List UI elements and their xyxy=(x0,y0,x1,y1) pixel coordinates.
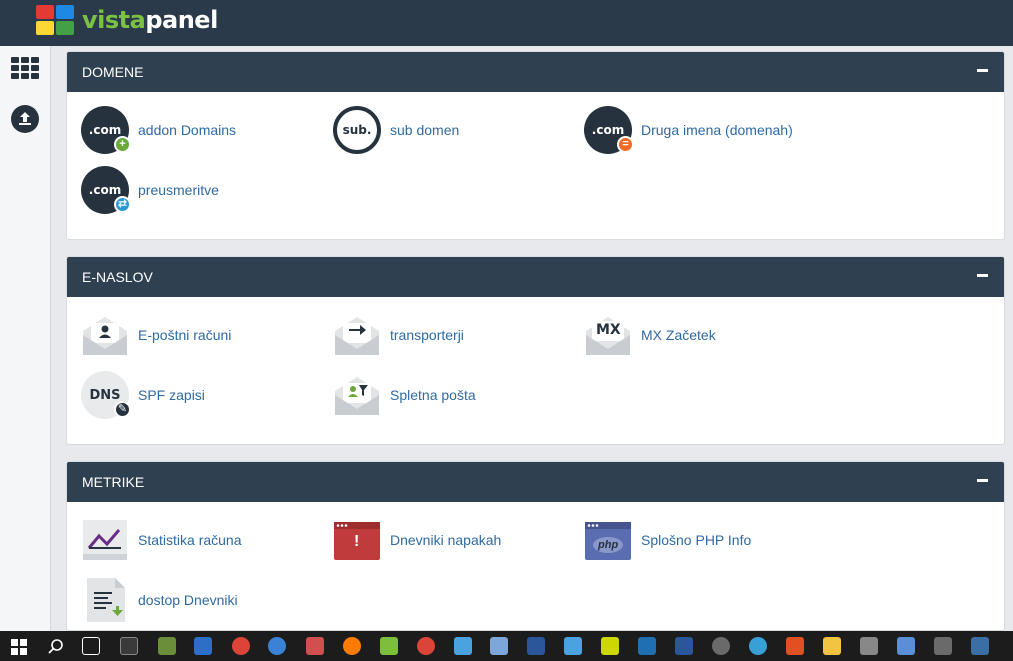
item-label: dostop Dnevniki xyxy=(138,592,238,608)
cmd-icon[interactable] xyxy=(120,637,138,655)
app-icon[interactable] xyxy=(749,637,767,655)
top-bar: vistapanel xyxy=(0,0,1013,46)
item-statistika-racuna[interactable]: Statistika računa xyxy=(81,515,321,565)
folder-icon[interactable] xyxy=(823,637,841,655)
chrome-icon[interactable] xyxy=(232,637,250,655)
logo-squares-icon xyxy=(36,5,74,35)
item-label: sub domen xyxy=(390,122,460,138)
item-label: Splošno PHP Info xyxy=(641,532,752,548)
item-label: Druga imena (domenah) xyxy=(641,122,793,138)
app-icon[interactable] xyxy=(860,637,878,655)
logo-text-panel: panel xyxy=(145,6,218,34)
word-icon[interactable] xyxy=(675,637,693,655)
dns-spf-icon: DNS ✎ xyxy=(81,371,131,419)
com-add-icon: .com + xyxy=(81,106,131,154)
os-taskbar xyxy=(0,631,1013,661)
item-label: transporterji xyxy=(390,327,464,343)
collapse-icon[interactable] xyxy=(977,69,988,72)
subdomain-icon: sub. xyxy=(333,106,381,154)
collapse-icon[interactable] xyxy=(977,274,988,277)
windows-start-icon[interactable] xyxy=(11,639,27,655)
app-icon[interactable] xyxy=(897,637,915,655)
item-druga-imena[interactable]: .com = Druga imena (domenah) xyxy=(584,105,824,155)
app-icon[interactable] xyxy=(564,637,582,655)
com-redirect-icon: .com ⇄ xyxy=(81,166,131,214)
item-sub-domen[interactable]: sub. sub domen xyxy=(333,105,573,155)
item-label: SPF zapisi xyxy=(138,387,205,403)
app-icon[interactable] xyxy=(306,637,324,655)
vistapanel-logo[interactable]: vistapanel xyxy=(36,4,218,36)
app-icon[interactable] xyxy=(454,637,472,655)
notepad-icon[interactable] xyxy=(380,637,398,655)
php-info-icon: php xyxy=(584,516,632,564)
section-title: DOMENE xyxy=(82,64,144,80)
section-title: METRIKE xyxy=(82,474,145,490)
section-domene: DOMENE .com + addon Domains sub. sub dom… xyxy=(66,51,1005,240)
forwarders-icon xyxy=(333,311,381,359)
app-icon[interactable] xyxy=(786,637,804,655)
mx-entry-icon: MX xyxy=(584,311,632,359)
webmail-icon xyxy=(333,371,381,419)
app-icon[interactable] xyxy=(527,637,545,655)
task-view-icon[interactable] xyxy=(82,637,100,655)
item-spletna-posta[interactable]: Spletna pošta xyxy=(333,370,573,420)
app-icon[interactable] xyxy=(194,637,212,655)
app-icon[interactable] xyxy=(158,637,176,655)
item-splosno-php-info[interactable]: php Splošno PHP Info xyxy=(584,515,824,565)
error-log-icon: ! xyxy=(333,516,381,564)
item-transporterji[interactable]: transporterji xyxy=(333,310,573,360)
item-dnevniki-napakah[interactable]: ! Dnevniki napakah xyxy=(333,515,573,565)
chrome-icon[interactable] xyxy=(417,637,435,655)
item-label: addon Domains xyxy=(138,122,237,138)
email-accounts-icon xyxy=(81,311,129,359)
app-icon[interactable] xyxy=(638,637,656,655)
app-icon[interactable] xyxy=(268,637,286,655)
section-header: METRIKE xyxy=(67,462,1004,502)
access-log-icon xyxy=(81,576,129,624)
stats-chart-icon xyxy=(81,516,129,564)
app-icon[interactable] xyxy=(971,637,989,655)
collapse-icon[interactable] xyxy=(977,479,988,482)
section-header: DOMENE xyxy=(67,52,1004,92)
dreamweaver-icon[interactable] xyxy=(601,637,619,655)
item-label: preusmeritve xyxy=(138,182,219,198)
app-icon[interactable] xyxy=(934,637,952,655)
item-label: E-poštni računi xyxy=(138,327,232,343)
item-dostop-dnevniki[interactable]: dostop Dnevniki xyxy=(81,575,321,625)
section-title: E-NASLOV xyxy=(82,269,153,285)
item-label: Statistika računa xyxy=(138,532,242,548)
logo-text-vista: vista xyxy=(82,6,146,34)
section-e-naslov: E-NASLOV E-poštni računi transporterji M… xyxy=(66,256,1005,445)
taskbar-search-icon[interactable] xyxy=(47,638,64,655)
item-label: MX Začetek xyxy=(641,327,716,343)
app-icon[interactable] xyxy=(712,637,730,655)
item-label: Dnevniki napakah xyxy=(390,532,502,548)
section-header: E-NASLOV xyxy=(67,257,1004,297)
com-alias-icon: .com = xyxy=(584,106,634,154)
firefox-icon[interactable] xyxy=(343,637,361,655)
section-metrike: METRIKE Statistika računa ! Dnevniki nap… xyxy=(66,461,1005,631)
item-preusmeritve[interactable]: .com ⇄ preusmeritve xyxy=(81,165,321,215)
sidebar xyxy=(0,46,51,631)
app-icon[interactable] xyxy=(490,637,508,655)
item-addon-domains[interactable]: .com + addon Domains xyxy=(81,105,321,155)
item-email-accounts[interactable]: E-poštni računi xyxy=(81,310,321,360)
item-mx-zacetek[interactable]: MX MX Začetek xyxy=(584,310,824,360)
upload-icon[interactable] xyxy=(11,105,39,133)
item-label: Spletna pošta xyxy=(390,387,476,403)
item-spf-zapisi[interactable]: DNS ✎ SPF zapisi xyxy=(81,370,321,420)
apps-grid-icon[interactable] xyxy=(11,57,39,81)
